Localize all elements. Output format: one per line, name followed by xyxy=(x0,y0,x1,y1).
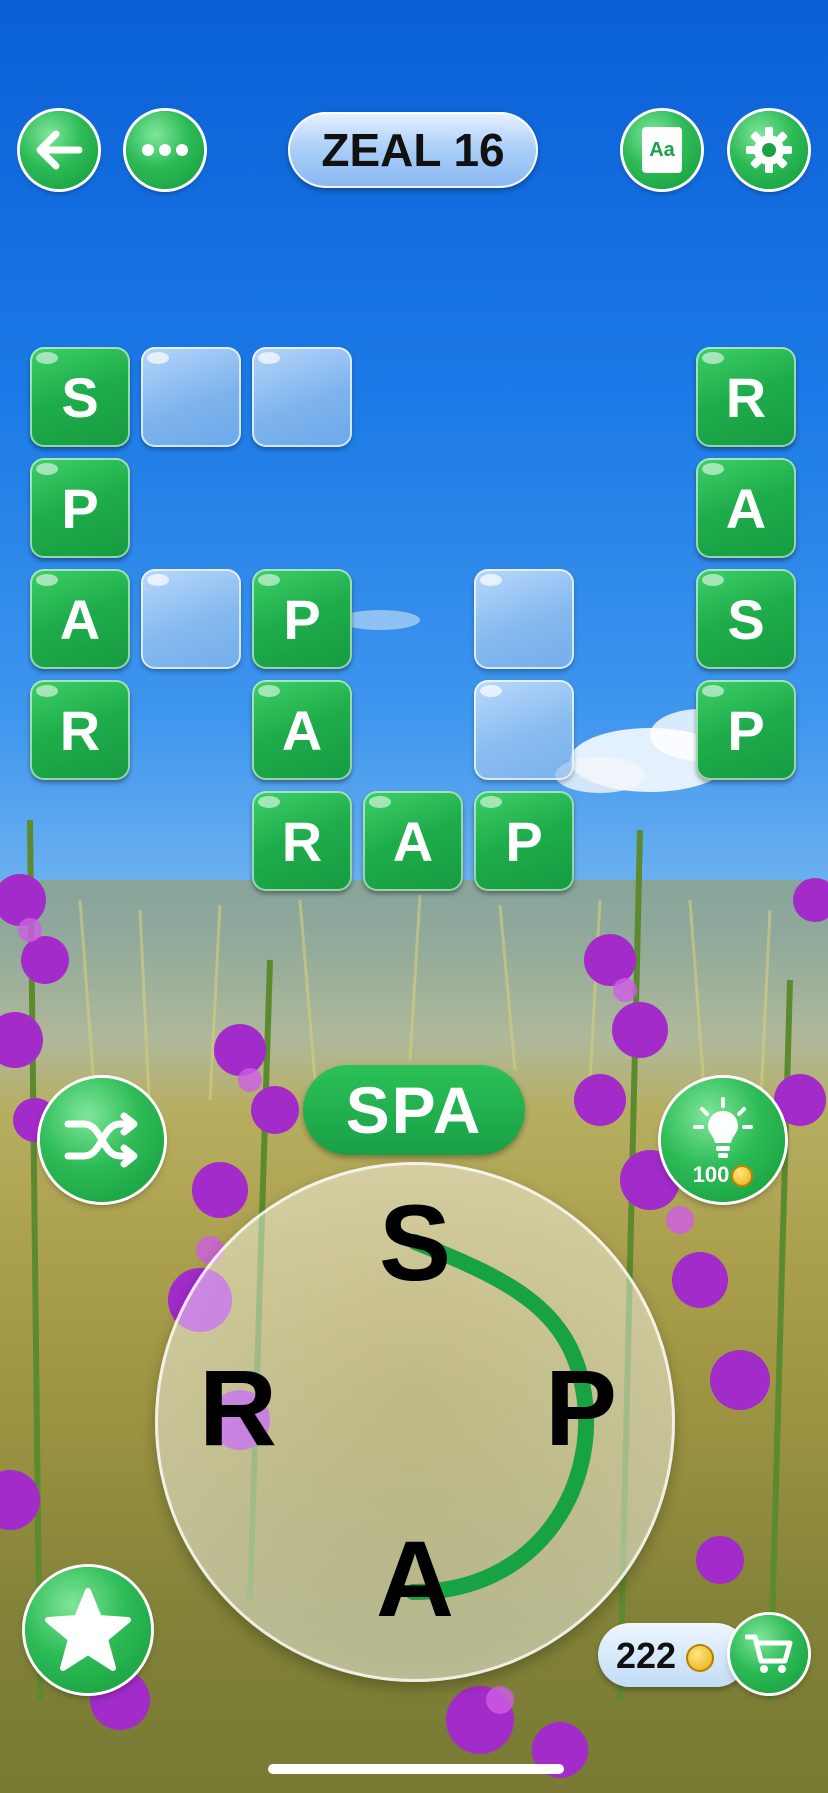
dictionary-icon-label: Aa xyxy=(649,138,675,161)
coin-icon xyxy=(731,1165,754,1188)
hint-cost-value: 100 xyxy=(692,1162,730,1187)
shuffle-icon xyxy=(64,1112,138,1168)
coin-count: 222 xyxy=(616,1635,715,1677)
settings-button[interactable] xyxy=(730,111,808,189)
more-dots-icon xyxy=(142,144,188,156)
home-indicator[interactable] xyxy=(268,1764,564,1774)
board-tile-filled: S xyxy=(696,569,796,669)
star-button[interactable] xyxy=(25,1567,151,1693)
board-tile-filled: A xyxy=(363,791,463,891)
board-tile-filled: P xyxy=(30,458,130,558)
dictionary-button[interactable]: Aa xyxy=(623,111,701,189)
board-tile-filled: A xyxy=(30,569,130,669)
board-tile-empty xyxy=(141,569,241,669)
letter-wheel[interactable]: S P A R xyxy=(155,1162,675,1682)
shuffle-button[interactable] xyxy=(40,1078,164,1202)
wheel-letter-a[interactable]: A xyxy=(355,1518,475,1639)
gear-icon xyxy=(746,127,792,173)
board-tile-empty xyxy=(141,347,241,447)
dictionary-book-icon: Aa xyxy=(642,127,682,173)
wheel-letter-s[interactable]: S xyxy=(355,1182,475,1303)
arrow-left-icon xyxy=(36,130,83,170)
board-tile-filled: R xyxy=(30,680,130,780)
back-button[interactable] xyxy=(20,111,98,189)
wheel-letter-p[interactable]: P xyxy=(521,1347,641,1468)
level-title: ZEAL 16 xyxy=(288,112,538,188)
coin-count-value: 222 xyxy=(616,1635,677,1676)
board-tile-empty xyxy=(474,569,574,669)
menu-button[interactable] xyxy=(126,111,204,189)
board-tile-empty xyxy=(474,680,574,780)
board-tile-filled: P xyxy=(696,680,796,780)
board-tile-filled: A xyxy=(252,680,352,780)
star-icon xyxy=(45,1588,131,1671)
board-tile-filled: P xyxy=(252,569,352,669)
current-word: SPA xyxy=(303,1065,525,1155)
board-tile-filled: A xyxy=(696,458,796,558)
shop-button[interactable] xyxy=(730,1615,808,1693)
hint-cost: 100 xyxy=(661,1162,785,1188)
board-tile-filled: P xyxy=(474,791,574,891)
board-tile-empty xyxy=(252,347,352,447)
coin-balance: 222 xyxy=(598,1623,748,1687)
hint-button[interactable]: 100 xyxy=(661,1078,785,1202)
board-tile-filled: S xyxy=(30,347,130,447)
wheel-letter-r[interactable]: R xyxy=(178,1347,298,1468)
board-tile-filled: R xyxy=(252,791,352,891)
coin-icon xyxy=(686,1644,715,1673)
shopping-cart-icon xyxy=(745,1634,793,1673)
board-tile-filled: R xyxy=(696,347,796,447)
lightbulb-icon xyxy=(693,1097,753,1158)
